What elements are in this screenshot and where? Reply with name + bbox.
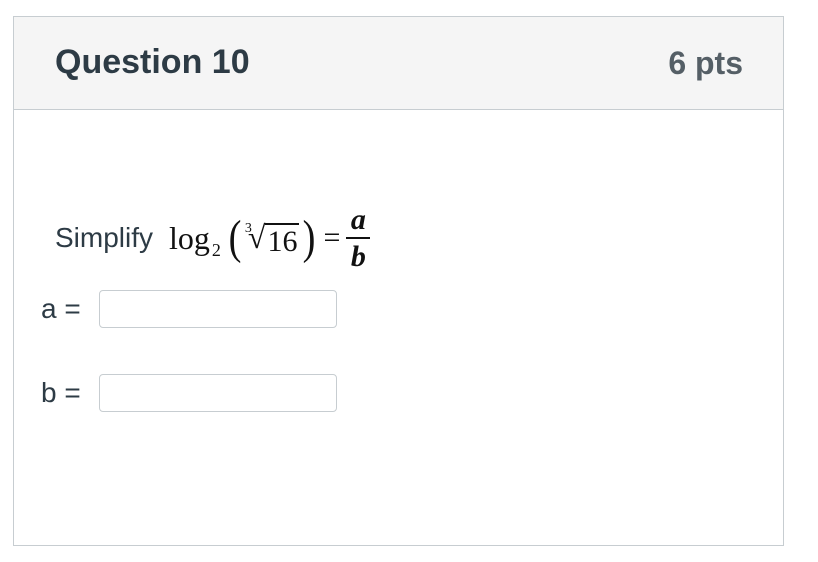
question-prompt: Simplify log 2 ( 3 √ 16 ) = a b bbox=[55, 193, 371, 283]
radicand: 16 bbox=[265, 222, 300, 258]
log-base: 2 bbox=[211, 239, 221, 260]
close-paren: ) bbox=[303, 211, 316, 264]
answer-label-b: b = bbox=[41, 377, 81, 408]
fraction-numerator: a bbox=[350, 202, 366, 236]
answer-input-a[interactable] bbox=[99, 290, 337, 328]
question-points: 6 pts bbox=[668, 45, 743, 81]
fraction-bar bbox=[346, 237, 371, 239]
answer-input-b[interactable] bbox=[99, 374, 337, 412]
answer-label-a: a = bbox=[41, 293, 81, 324]
question-card: Question 10 6 pts Simplify log 2 ( 3 √ 1… bbox=[13, 16, 784, 546]
fraction: a b bbox=[346, 202, 371, 273]
math-expression: log 2 ( 3 √ 16 ) = a b bbox=[169, 202, 371, 273]
question-header: Question 10 6 pts bbox=[14, 17, 783, 110]
log-function: log bbox=[169, 219, 210, 256]
question-title: Question 10 bbox=[55, 43, 250, 81]
fraction-denominator: b bbox=[350, 240, 366, 273]
open-paren: ( bbox=[228, 211, 242, 264]
prompt-text: Simplify bbox=[55, 222, 154, 253]
answer-row-b: b = bbox=[41, 374, 337, 412]
cube-root: 3 √ 16 bbox=[245, 219, 300, 258]
answer-row-a: a = bbox=[41, 290, 337, 328]
root-index: 3 bbox=[244, 220, 252, 236]
equals-sign: = bbox=[323, 221, 341, 254]
